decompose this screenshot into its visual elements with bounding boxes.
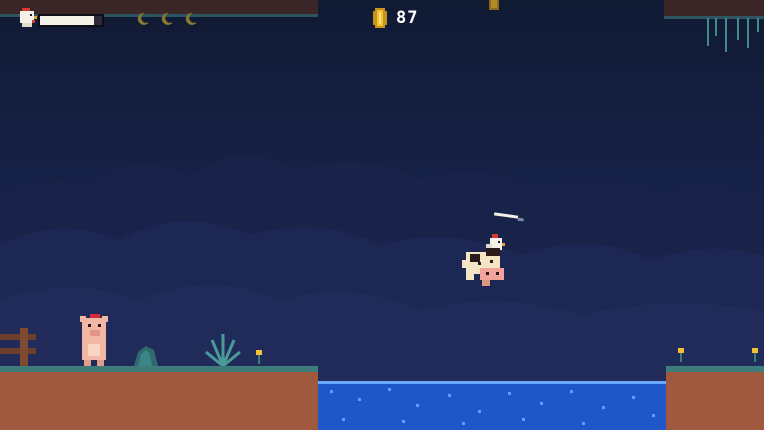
sword-projectile <box>494 212 524 222</box>
water-sparkles <box>330 388 655 425</box>
ground-platform-right <box>666 366 764 430</box>
yellow-flower <box>752 348 758 362</box>
yellow-flower <box>678 348 684 362</box>
grass-tuft <box>205 334 241 366</box>
game-scene: 87 <box>0 0 764 430</box>
yellow-flower <box>256 350 262 364</box>
wooden-fence <box>0 328 36 366</box>
health-bar-fill <box>40 16 94 25</box>
crescent-moon-icon <box>161 12 173 25</box>
ground-platform-left <box>0 366 318 430</box>
hud-bar: 87 <box>0 0 764 38</box>
crescent-moon-icon <box>137 12 149 25</box>
coin-counter: 87 <box>396 8 419 28</box>
health-bar <box>38 14 104 27</box>
coin-icon <box>373 8 387 28</box>
pig-npc[interactable] <box>74 312 114 366</box>
crescent-moon-icon <box>185 12 197 25</box>
chicken-head-icon <box>20 8 37 27</box>
rock <box>134 346 158 366</box>
player-cow-with-chicken[interactable] <box>456 230 512 294</box>
